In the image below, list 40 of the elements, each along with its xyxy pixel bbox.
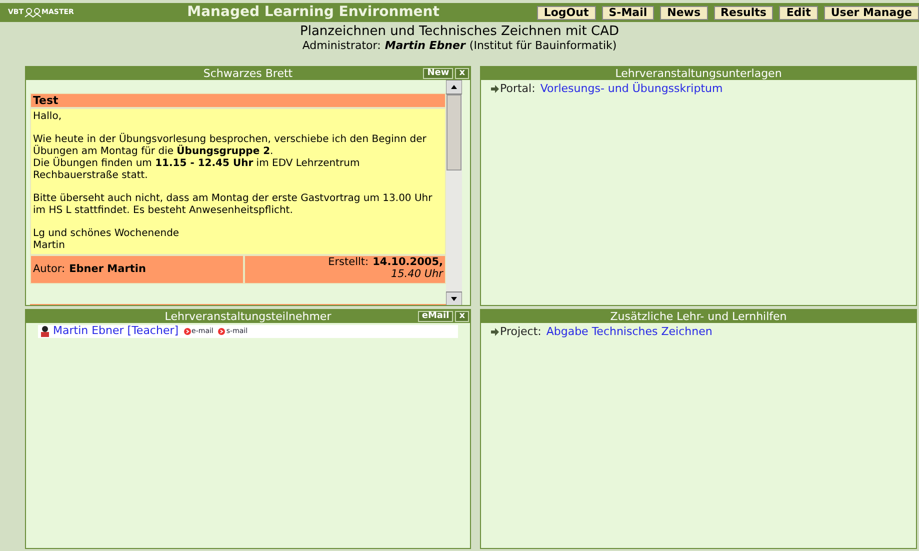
panel-title: Lehrveranstaltungsunterlagen [615,67,782,80]
created-label: Erstellt: [328,256,369,268]
item-label: Project: [500,325,542,338]
panel-title: Schwarzes Brett [203,67,293,80]
panel-button[interactable]: eMail [418,311,454,322]
close-button[interactable]: x [455,311,469,322]
logo-icon [24,7,42,18]
close-button[interactable]: x [455,68,469,79]
post-paragraph: Hallo, [33,111,63,123]
author-label: Autor: [33,262,66,277]
created-date: 14.10.2005, [372,256,443,268]
item-link[interactable]: Vorlesungs- und Übungsskriptum [540,82,723,95]
admin-name: Martin Ebner [384,39,466,52]
institute: (Institut für Bauinformatik) [469,39,617,52]
nav-button[interactable]: LogOut [536,6,596,20]
panel-title: Lehrveranstaltungsteilnehmer [164,310,332,323]
nav-button[interactable]: Results [714,6,774,20]
member-link[interactable]: Martin Ebner [Teacher] [53,323,179,340]
nav-button[interactable]: News [660,6,708,20]
nav-button[interactable]: Edit [779,6,818,20]
panel-title: Zusätzliche Lehr- und Lernhilfen [610,310,787,323]
nav-button[interactable]: S-Mail [602,6,654,20]
item-label: Portal: [500,82,536,95]
panel-button[interactable]: New [423,68,454,79]
course-title: Planzeichnen und Technisches Zeichnen mit CAD [300,24,619,39]
post-paragraph: Wie heute in der Übungsvorlesung besprochen, verschiebe ich den Beginn der Übungen am Montag für die Übungsgruppe 2. Die Übungen finden um 11.15 - 12.45 Uhr im EDV Lehrzentrum Rechbauerstraße statt. [33,134,428,182]
author-name: Ebner Martin [69,262,146,277]
arrow-bullet-icon [491,84,499,92]
item-link[interactable]: Abgabe Technisches Zeichnen [546,325,712,338]
person-icon [40,326,50,337]
admin-label: Administrator: [302,39,381,52]
post-paragraph: Lg und schönes Wochenende Martin [33,228,180,252]
post-paragraph: Bitte überseht auch nicht, dass am Montag der erste Gastvortrag um 13.00 Uhr im HS L stattfindet. Es besteht Anwesenheitspflicht. [33,193,434,217]
created-time: 15.40 Uhr [390,268,443,280]
post-header: Test [30,93,446,108]
arrow-circle-icon [218,328,226,335]
arrow-bullet-icon [491,328,499,336]
nav-button[interactable]: User Manage [824,6,919,20]
app-title: Managed Learning Environment [187,3,440,22]
arrow-circle-icon [184,328,191,335]
